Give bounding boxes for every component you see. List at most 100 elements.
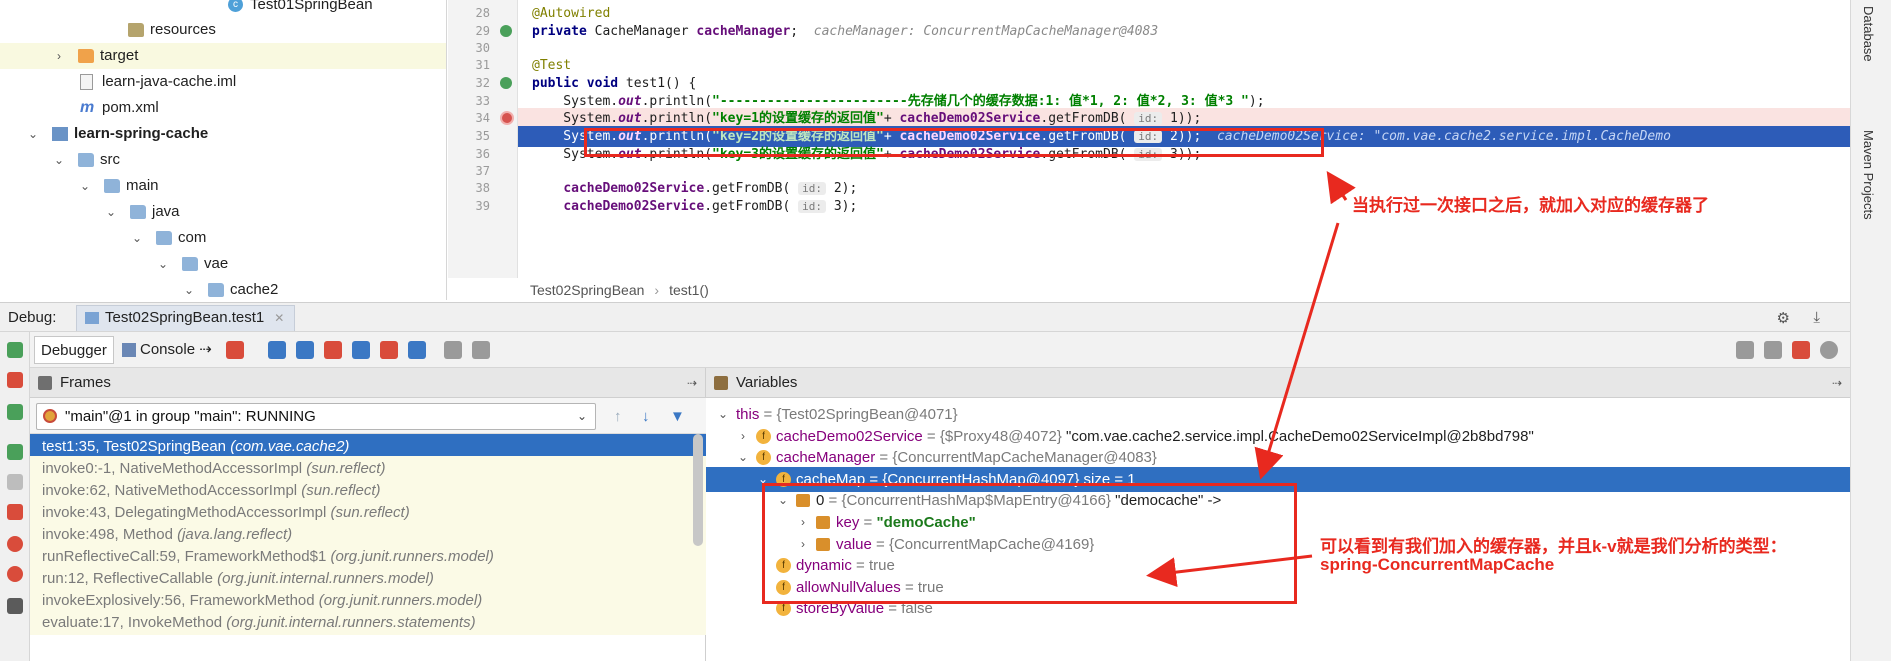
chevron-down-icon[interactable]: ⌄ [26,121,40,147]
close-icon[interactable]: ✕ [274,311,284,325]
step-over-icon[interactable] [268,341,286,359]
tree-item[interactable]: ⌄ src [0,147,446,173]
layout-icon[interactable] [1736,341,1754,359]
stack-frame-package: (sun.reflect) [301,482,381,499]
error-icon[interactable] [7,372,23,388]
breadcrumb-class[interactable]: Test02SpringBean [530,282,644,298]
chevron-down-icon[interactable]: ⌄ [52,147,66,173]
camera-icon[interactable] [7,598,23,614]
stack-frame-row[interactable]: evaluate:17, InvokeMethod (org.junit.int… [30,610,706,635]
frames-scrollbar[interactable] [693,434,703,546]
update-icon[interactable] [7,404,23,420]
trace-icon[interactable] [472,341,490,359]
tree-item[interactable]: › target [0,43,446,69]
filter-icon[interactable]: ▼ [670,408,685,425]
frames-panel: Frames ⇢ "main"@1 in group "main": RUNNIN… [30,368,706,661]
tree-item-label: cache2 [230,281,279,298]
overhead-icon[interactable] [1792,341,1810,359]
view-breakpoints-icon[interactable] [7,536,23,552]
folder-icon [182,257,198,271]
variable-string-value: "demoCache" [876,514,976,531]
chevron-down-icon[interactable]: ⌄ [130,225,144,251]
right-tool-strip: Database Maven Projects [1850,0,1891,661]
tree-item[interactable]: ⌄ java [0,199,446,225]
debug-side-toolbar [0,332,30,661]
pin-icon[interactable]: ⇢ [1832,368,1842,398]
field-icon: f [776,601,791,617]
stack-frame-method: invokeExplosively:56, FrameworkMethod [42,592,319,609]
chevron-down-icon[interactable]: ⌄ [78,173,92,199]
tree-item-label: src [100,151,120,168]
editor-breadcrumb[interactable]: Test02SpringBean › test1() [530,278,709,302]
tree-item[interactable]: c Test01SpringBean [0,0,446,18]
step-into-icon[interactable] [296,341,314,359]
code-editor[interactable]: 28 29 30 31 32 33 34 35 36 37 38 39 @Autowired priv… [448,0,1850,278]
run-to-cursor-icon[interactable] [408,341,426,359]
rerun-icon[interactable] [7,342,23,358]
inline-value-cache-manager: cacheManager: ConcurrentMapCacheManager@… [813,24,1159,39]
tree-item[interactable]: m pom.xml [0,95,446,121]
show-execution-point-icon[interactable] [226,341,244,359]
maven-projects-tool-tab[interactable]: Maven Projects [1861,130,1876,220]
evaluate-expression-icon[interactable] [444,341,462,359]
chevron-down-icon[interactable]: ⌄ [577,404,587,429]
code-line-36[interactable]: System.out.println("key=3的设置缓存的返回值"+ cac… [518,144,1850,165]
annotation-note-1: 当执行过一次接口之后，就加入对应的缓存器了 [1352,196,1709,215]
step-out-icon[interactable] [352,341,370,359]
chevron-down-icon[interactable]: ⌄ [156,251,170,277]
folder-icon [78,49,94,63]
hide-icon[interactable]: ⤓ [1813,309,1820,326]
folder-icon [78,153,94,167]
variables-panel-header: Variables ⇢ [706,368,1850,398]
breadcrumb-method[interactable]: test1() [669,282,709,298]
stack-frame-method: invoke0:-1, NativeMethodAccessorImpl [42,460,307,477]
database-tool-tab[interactable]: Database [1861,6,1876,62]
tree-item-label: learn-java-cache.iml [102,73,237,90]
tree-item[interactable]: ⌄ cache2 [0,277,446,300]
debugger-toolbar: Debugger Console ⇢ [30,332,1850,368]
tree-item[interactable]: ⌄ vae [0,251,446,277]
breakpoint-icon[interactable] [500,111,514,125]
field-icon: f [776,579,791,595]
run-gutter-icon[interactable] [500,77,512,89]
variable-value: = {Test02SpringBean@4071} [759,406,958,423]
pause-icon[interactable] [7,474,23,490]
editor-gutter[interactable]: 28 29 30 31 32 33 34 35 36 37 38 39 [448,0,518,278]
thread-select[interactable]: "main"@1 in group "main": RUNNING ⌄ [36,403,596,430]
field-icon: f [776,558,791,574]
chevron-right-icon[interactable]: › [52,43,66,69]
line-number[interactable]: 39 [448,196,490,217]
tab-debugger[interactable]: Debugger [34,336,114,364]
tree-item-label: pom.xml [102,99,159,116]
memory-icon[interactable] [1764,341,1782,359]
variable-value: = true [900,578,944,596]
code-line-29[interactable]: private CacheManager cacheManager; cache… [518,21,1850,42]
thread-select-value: "main"@1 in group "main": RUNNING [65,408,316,425]
chevron-down-icon[interactable]: ⌄ [182,277,196,300]
tree-item[interactable]: learn-java-cache.iml [0,69,446,95]
tree-item-label: target [100,47,139,64]
tree-item[interactable]: ⌄ com [0,225,446,251]
tab-console[interactable]: Console ⇢ [118,336,218,364]
tree-item[interactable]: ⌄ learn-spring-cache [0,121,446,147]
stack-frame-package: (com.vae.cache2) [230,438,350,455]
entry-icon [816,537,830,551]
frame-up-icon[interactable]: ↑ [614,408,622,425]
settings-icon[interactable] [1820,341,1838,359]
force-step-into-icon[interactable] [324,341,342,359]
tree-item[interactable]: ⌄ main [0,173,446,199]
mute-breakpoints-icon[interactable] [7,566,23,582]
gear-icon[interactable]: ⚙ [1777,309,1790,327]
debug-session-tab[interactable]: Test02SpringBean.test1 ✕ [76,305,296,331]
debug-session-tab-label: Test02SpringBean.test1 [105,309,265,326]
drop-frame-icon[interactable] [380,341,398,359]
tree-item[interactable]: resources [0,17,446,43]
variable-value: = {ConcurrentMapCache@4169} [871,535,1095,553]
stop-icon[interactable] [7,504,23,520]
run-gutter-icon[interactable] [500,25,512,37]
pin-icon[interactable]: ⇢ [687,368,697,398]
resume-icon[interactable] [7,444,23,460]
frame-down-icon[interactable]: ↓ [642,408,650,425]
variable-row[interactable]: f storeByValue = false [706,596,1850,621]
chevron-down-icon[interactable]: ⌄ [104,199,118,225]
